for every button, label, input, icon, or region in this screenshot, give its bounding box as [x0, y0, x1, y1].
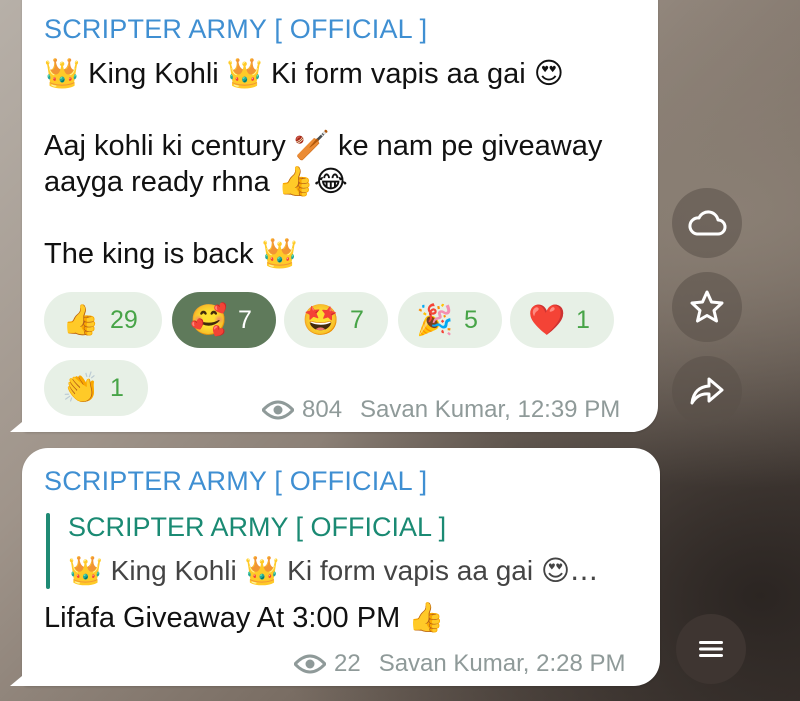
favorite-button[interactable] — [672, 272, 742, 342]
reply-quote-sender[interactable]: SCRIPTER ARMY [ OFFICIAL ] — [68, 512, 446, 543]
crown-emoji: 👑 — [44, 56, 81, 90]
text: Ki form vapis aa gai — [279, 555, 541, 586]
share-button[interactable] — [672, 356, 742, 426]
eye-icon — [294, 654, 326, 674]
message-line: 👑 King Kohli 👑 Ki form vapis aa gai 😍 — [44, 56, 564, 91]
star-icon — [690, 290, 724, 323]
author-time: Savan Kumar, 2:28 PM — [378, 650, 626, 677]
heart-eyes-emoji: 😍 — [533, 56, 564, 90]
save-to-cloud-button[interactable] — [672, 188, 742, 258]
reaction-count: 1 — [576, 305, 590, 334]
message-line: Aaj kohli ki century 🏏 ke nam pe giveawa… — [44, 128, 602, 163]
author-time: Savan Kumar, 12:39 PM — [360, 396, 621, 423]
cloud-icon — [688, 210, 727, 236]
reaction-clap[interactable]: 👏 1 — [44, 360, 148, 416]
message-line: Lifafa Giveaway At 3:00 PM 👍 — [44, 600, 444, 635]
message-meta: 22 Savan Kumar, 2:28 PM — [294, 650, 626, 678]
message-line: The king is back 👑 — [44, 236, 298, 271]
message-meta: 804 Savan Kumar, 12:39 PM — [262, 396, 620, 424]
reply-quote-text[interactable]: 👑 King Kohli 👑 Ki form vapis aa gai 😍… — [68, 554, 598, 587]
text: aayga ready rhna — [44, 166, 278, 198]
reaction-count: 1 — [110, 373, 124, 402]
sender-name[interactable]: SCRIPTER ARMY [ OFFICIAL ] — [44, 466, 427, 497]
text: Ki form vapis aa gai — [262, 58, 534, 90]
crown-emoji: 👑 — [68, 554, 103, 587]
reaction-count: 7 — [350, 305, 364, 334]
view-count: 22 — [334, 650, 361, 677]
thumbs-up-emoji: 👍 — [62, 302, 100, 338]
reaction-count: 29 — [110, 305, 138, 334]
share-icon — [690, 377, 724, 405]
reaction-thumbs-up[interactable]: 👍 29 — [44, 292, 162, 348]
text: King Kohli — [102, 555, 245, 586]
smiling-hearts-emoji: 🥰 — [190, 302, 228, 338]
view-count: 804 — [302, 396, 343, 423]
crown-emoji: 👑 — [261, 236, 298, 270]
red-heart-emoji: ❤️ — [528, 302, 566, 338]
text: The king is back — [44, 238, 262, 270]
reaction-smiling-hearts[interactable]: 🥰 7 — [172, 292, 276, 348]
star-struck-emoji: 🤩 — [302, 302, 340, 338]
thumbs-laugh-emoji: 👍😂 — [277, 164, 348, 198]
reaction-count: 5 — [464, 305, 478, 334]
text: Lifafa Giveaway At 3:00 PM — [44, 602, 409, 634]
party-popper-emoji: 🎉 — [416, 302, 454, 338]
reaction-heart[interactable]: ❤️ 1 — [510, 292, 614, 348]
reaction-party[interactable]: 🎉 5 — [398, 292, 502, 348]
heart-eyes-emoji: 😍… — [540, 554, 599, 587]
menu-button[interactable] — [676, 614, 746, 684]
message-line: aayga ready rhna 👍😂 — [44, 164, 348, 199]
text: King Kohli — [80, 58, 227, 90]
reaction-count: 7 — [238, 305, 252, 334]
menu-icon — [699, 641, 723, 657]
reply-quote-bar — [46, 513, 50, 589]
text: ke nam pe giveaway — [329, 130, 603, 162]
reaction-star-struck[interactable]: 🤩 7 — [284, 292, 388, 348]
clapping-hands-emoji: 👏 — [62, 370, 100, 406]
crown-emoji: 👑 — [244, 554, 280, 587]
cricket-emoji: 🏏 — [293, 128, 330, 162]
sender-name[interactable]: SCRIPTER ARMY [ OFFICIAL ] — [44, 14, 427, 45]
text: Aaj kohli ki century — [44, 130, 294, 162]
eye-icon — [262, 400, 294, 420]
crown-emoji: 👑 — [226, 56, 263, 90]
thumbs-up-emoji: 👍 — [408, 600, 445, 634]
